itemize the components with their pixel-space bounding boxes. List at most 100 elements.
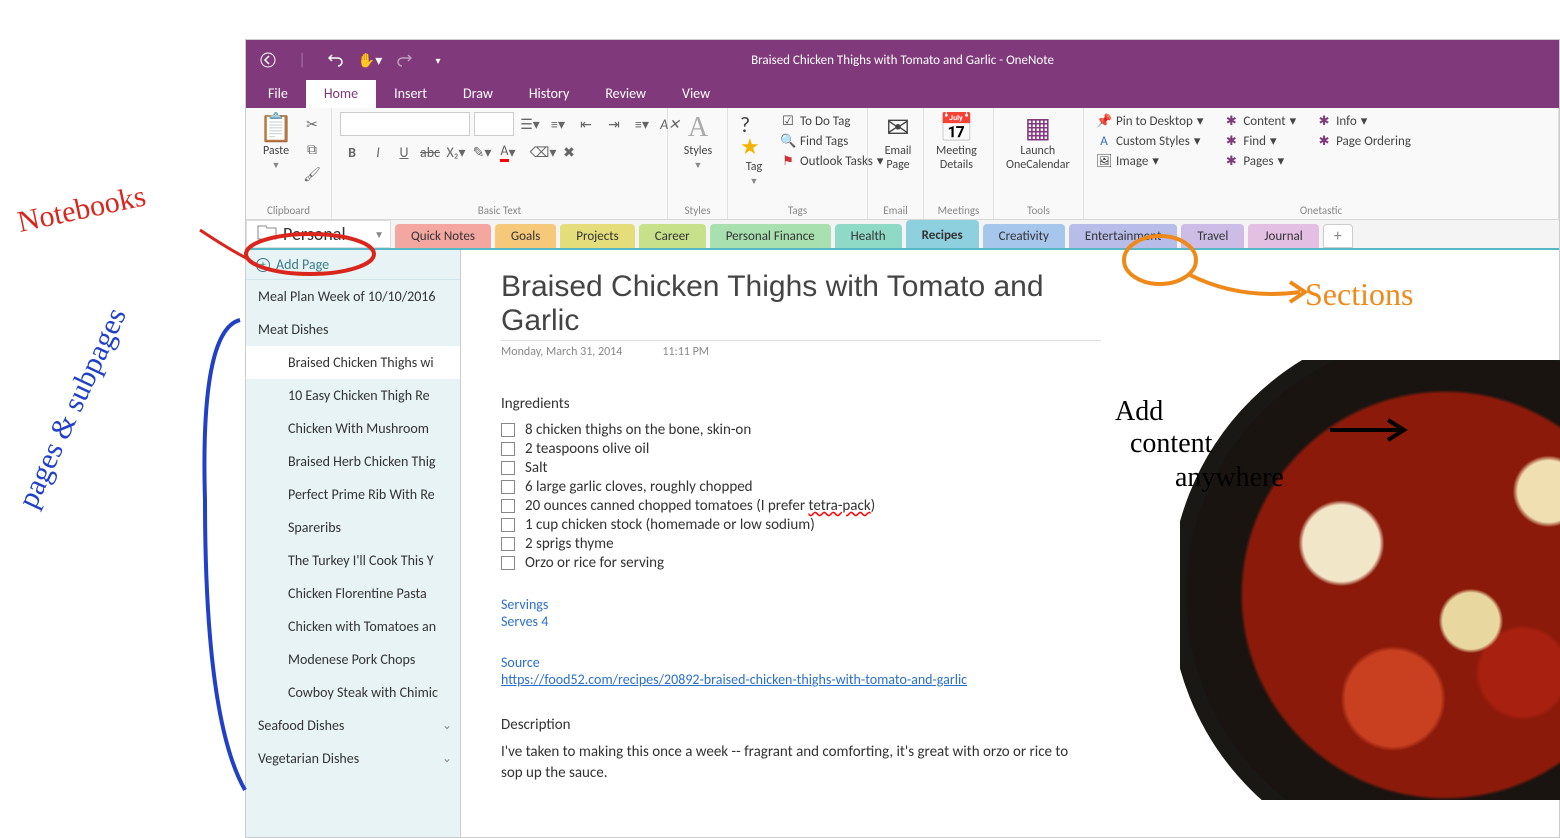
page-item[interactable]: Braised Chicken Thighs wi [246,346,460,379]
pin-desktop-button[interactable]: 📌Pin to Desktop ▾ [1092,112,1207,131]
add-section-button[interactable]: + [1323,224,1353,248]
back-button[interactable] [254,46,282,74]
page-title[interactable]: Braised Chicken Thighs with Tomato and G… [501,270,1101,341]
highlight-button[interactable]: ✎▾ [471,141,493,163]
page-item[interactable]: Modenese Pork Chops [246,643,460,676]
meeting-details-button[interactable]: 📅 Meeting Details [932,112,981,174]
section-tab-creativity[interactable]: Creativity [983,224,1065,248]
page-item[interactable]: Spareribs [246,511,460,544]
email-page-button[interactable]: ✉ Email Page [876,112,920,174]
notebook-dropdown[interactable]: Personal ▼ [246,220,391,248]
font-family-input[interactable] [340,112,470,136]
page-item[interactable]: Chicken With Mushroom [246,412,460,445]
indent-button[interactable]: ⇥ [603,113,625,135]
outdent-button[interactable]: ⇤ [575,113,597,135]
strike-button[interactable]: abc [419,141,441,163]
image-icon: 🖼 [1096,154,1112,169]
cut-button[interactable]: ✂ [301,113,323,135]
delete-button[interactable]: ✖ [558,141,580,163]
recipe-photo [1180,360,1560,800]
page-item[interactable]: Meal Plan Week of 10/10/2016 [246,280,460,313]
info-macro-button[interactable]: ✱Info ▾ [1312,112,1415,131]
section-tab-travel[interactable]: Travel [1181,224,1244,248]
section-tab-journal[interactable]: Journal [1248,224,1318,248]
add-page-button[interactable]: + Add Page [246,250,460,280]
page-item[interactable]: Braised Herb Chicken Thig [246,445,460,478]
checkbox[interactable] [501,480,515,494]
tab-file[interactable]: File [250,79,306,108]
page-item[interactable]: Chicken with Tomatoes an [246,610,460,643]
macro-icon: ✱ [1316,134,1332,149]
styles-icon: A [688,114,708,142]
pages-macro-button[interactable]: ✱Pages ▾ [1219,152,1300,171]
checkbox[interactable] [501,518,515,532]
pin-icon: 📌 [1096,114,1112,129]
calendar-icon: 📅 [939,114,974,142]
image-macro-button[interactable]: 🖼Image ▾ [1092,152,1207,171]
bold-button[interactable]: B [341,141,363,163]
macro-icon: ✱ [1223,154,1239,169]
section-tab-career[interactable]: Career [639,224,706,248]
section-tab-projects[interactable]: Projects [560,224,634,248]
section-tab-health[interactable]: Health [835,224,902,248]
copy-button[interactable]: ⧉ [301,138,323,160]
page-item[interactable]: Vegetarian Dishes⌄ [246,742,460,775]
checkbox[interactable] [501,537,515,551]
tab-view[interactable]: View [664,79,728,108]
subscript-button[interactable]: X₂▾ [445,141,467,163]
page-item[interactable]: Cowboy Steak with Chimic [246,676,460,709]
checkbox[interactable] [501,423,515,437]
tab-insert[interactable]: Insert [376,79,445,108]
section-tab-quick-notes[interactable]: Quick Notes [395,224,491,248]
font-color-button[interactable]: A▾ [497,141,519,163]
section-tab-recipes[interactable]: Recipes [906,220,979,248]
source-link[interactable]: https://food52.com/recipes/20892-braised… [501,671,967,688]
custom-styles-button[interactable]: ACustom Styles ▾ [1092,132,1207,151]
bullets-button[interactable]: ☰▾ [519,113,541,135]
search-icon: 🔍 [780,134,796,149]
tab-draw[interactable]: Draw [445,79,511,108]
tag-icon: ?★ [740,114,768,158]
page-item[interactable]: Meat Dishes [246,313,460,346]
checkbox[interactable] [501,556,515,570]
page-ordering-button[interactable]: ✱Page Ordering [1312,132,1415,151]
checkbox[interactable] [501,461,515,475]
page-item[interactable]: The Turkey I'll Cook This Y [246,544,460,577]
undo-button[interactable] [322,46,350,74]
plus-icon: + [256,258,270,272]
tab-home[interactable]: Home [306,79,376,108]
page-item[interactable]: Chicken Florentine Pasta [246,577,460,610]
content-macro-button[interactable]: ✱Content ▾ [1219,112,1300,131]
italic-button[interactable]: I [367,141,389,163]
font-size-input[interactable] [474,112,514,136]
section-tab-goals[interactable]: Goals [495,224,556,248]
tab-review[interactable]: Review [587,79,664,108]
qat-customize-button[interactable]: ▾ [424,46,452,74]
numbering-button[interactable]: ≡▾ [547,113,569,135]
macro-icon: ✱ [1223,134,1239,149]
section-tab-personal-finance[interactable]: Personal Finance [710,224,831,248]
tab-history[interactable]: History [511,79,587,108]
envelope-icon: ✉ [886,114,909,142]
format-painter-button[interactable]: 🖌 [301,163,323,185]
clipboard-icon: 📋 [259,114,294,142]
section-bar: Personal ▼ Quick NotesGoalsProjectsCaree… [246,220,1559,250]
page-item[interactable]: Seafood Dishes⌄ [246,709,460,742]
underline-button[interactable]: U [393,141,415,163]
section-tab-entertainment[interactable]: Entertainment [1069,224,1177,248]
checkbox[interactable] [501,499,515,513]
macro-icon: ✱ [1316,114,1332,129]
launch-onecalendar-button[interactable]: ▦ Launch OneCalendar [1002,112,1074,174]
find-macro-button[interactable]: ✱Find ▾ [1219,132,1300,151]
page-item[interactable]: Perfect Prime Rib With Re [246,478,460,511]
eraser-button[interactable]: ⌫▾ [532,141,554,163]
redo-button[interactable] [390,46,418,74]
paste-button[interactable]: 📋 Paste ▼ [254,112,298,173]
styles-button[interactable]: A Styles▼ [676,112,720,173]
page-item[interactable]: 10 Easy Chicken Thigh Re [246,379,460,412]
chevron-down-icon: ⌄ [442,751,452,766]
checkbox[interactable] [501,442,515,456]
align-button[interactable]: ≡▾ [631,113,653,135]
touch-mode-button[interactable]: ✋▾ [356,46,384,74]
tag-button[interactable]: ?★ Tag▼ [736,112,772,189]
